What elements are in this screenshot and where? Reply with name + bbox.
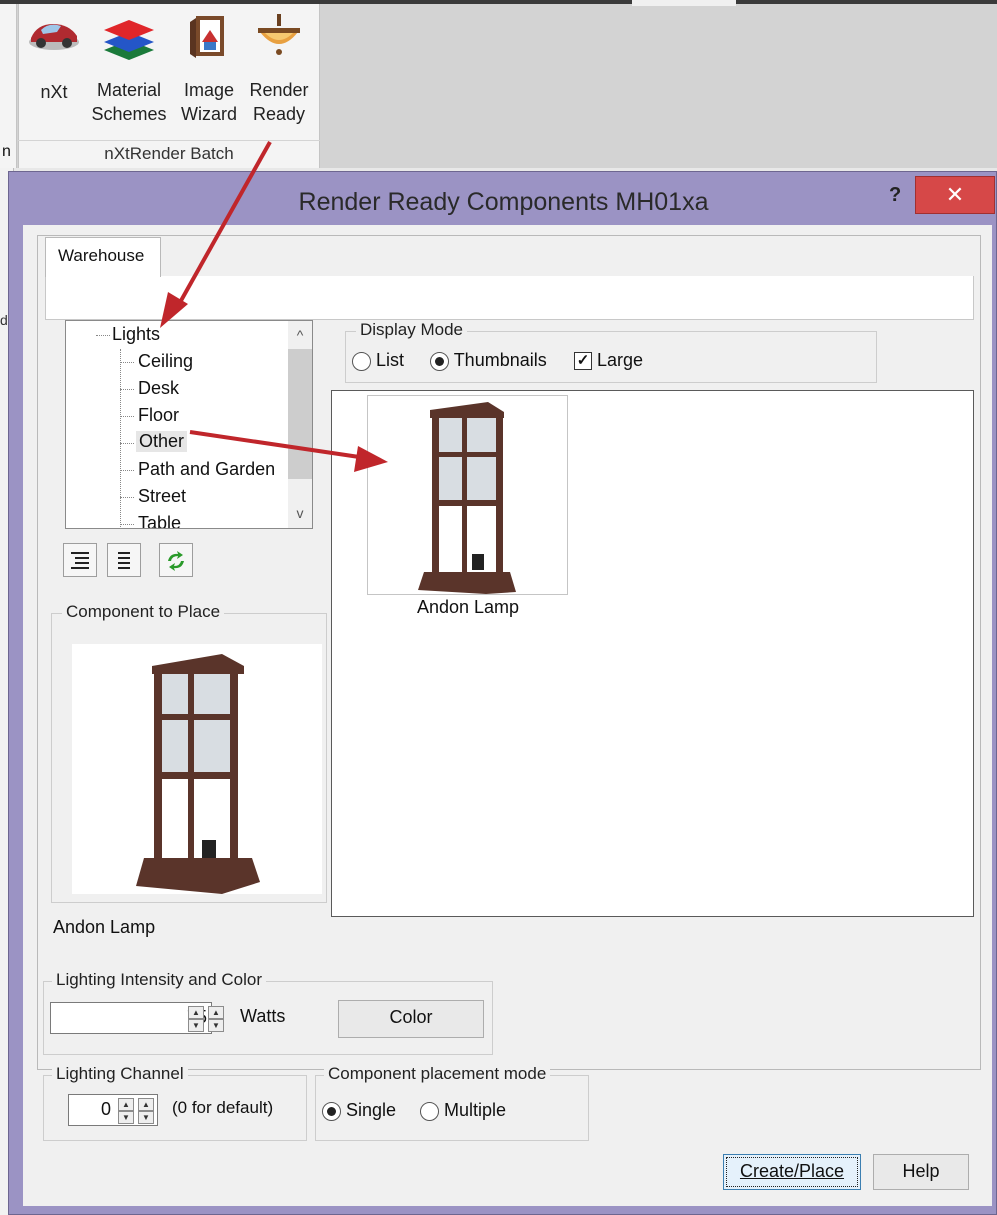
channel-down-icon-2[interactable]: ▼ <box>138 1111 154 1124</box>
watts-up-icon[interactable]: ▲ <box>188 1006 204 1019</box>
list-lines-icon <box>118 552 130 569</box>
image-wizard-button[interactable]: Image Wizard <box>176 12 242 132</box>
list-radio[interactable] <box>352 351 371 371</box>
thumbnail-caption: Andon Lamp <box>416 597 520 617</box>
scroll-down-icon[interactable]: v <box>288 505 312 521</box>
tree-item-other[interactable]: Other <box>136 431 188 452</box>
multiple-radio[interactable] <box>420 1101 439 1121</box>
create-place-label: Create/Place <box>739 1161 845 1181</box>
lighting-intensity-label: Lighting Intensity and Color <box>52 970 267 990</box>
channel-up-icon[interactable]: ▲ <box>118 1098 134 1111</box>
dialog-title: Render Ready Components MH01xa <box>298 188 709 216</box>
material-layers-icon <box>102 12 156 68</box>
tab-header-strip <box>45 276 974 320</box>
large-checkbox[interactable]: ✓ <box>574 352 592 371</box>
display-mode-list[interactable]: List <box>352 350 404 371</box>
tree-item-path-and-garden[interactable]: Path and Garden <box>138 459 275 480</box>
watts-down-icon-2[interactable]: ▼ <box>208 1019 224 1032</box>
material-schemes-label-1: Material <box>96 80 162 100</box>
thumbnail-tile[interactable] <box>367 395 568 595</box>
thumbnails-radio-label: Thumbnails <box>453 350 547 370</box>
watts-up-icon-2[interactable]: ▲ <box>208 1006 224 1019</box>
ribbon-tab-gap <box>632 0 736 6</box>
multiple-radio-label: Multiple <box>444 1100 507 1120</box>
component-preview <box>72 644 322 894</box>
material-schemes-button[interactable]: Material Schemes <box>88 12 170 132</box>
collapse-all-button[interactable] <box>107 543 141 577</box>
tree-item-floor[interactable]: Floor <box>138 405 179 426</box>
close-button[interactable]: ✕ <box>915 176 995 214</box>
tree-item-desk[interactable]: Desk <box>138 378 179 399</box>
placement-multiple[interactable]: Multiple <box>420 1100 506 1121</box>
material-schemes-label-2: Schemes <box>91 104 167 124</box>
andon-lamp-image <box>136 654 260 894</box>
channel-hint: (0 for default) <box>172 1098 274 1117</box>
placement-mode-label: Component placement mode <box>324 1064 551 1084</box>
close-icon: ✕ <box>945 182 965 207</box>
ribbon-previous-group-label: n <box>2 143 11 160</box>
tree-item-lights[interactable]: Lights <box>112 324 160 345</box>
watts-unit: Watts <box>240 1006 286 1026</box>
background-fragment-text: d <box>0 312 8 328</box>
help-icon[interactable]: ? <box>889 184 901 207</box>
placement-single[interactable]: Single <box>322 1100 396 1121</box>
display-mode-thumbnails[interactable]: Thumbnails <box>430 350 547 371</box>
refresh-button[interactable] <box>159 543 193 577</box>
ceiling-lamp-icon <box>254 12 304 68</box>
render-ready-button[interactable]: Render Ready <box>244 12 314 132</box>
ribbon-group-label: nXtRender Batch <box>18 140 320 166</box>
scroll-up-icon[interactable]: ^ <box>288 327 312 343</box>
render-ready-label-1: Render <box>249 80 309 100</box>
tree-item-table[interactable]: Table <box>138 513 181 528</box>
category-tree[interactable]: Lights Ceiling Desk Floor Other Path and… <box>65 320 313 529</box>
lighting-intensity-group: Lighting Intensity and Color 75 ▲ ▼ ▲ ▼ … <box>43 970 493 1055</box>
nxt-button-label: nXt <box>40 82 68 102</box>
thumbnails-radio[interactable] <box>430 351 449 371</box>
tree-item-ceiling[interactable]: Ceiling <box>138 351 193 372</box>
expand-all-button[interactable] <box>63 543 97 577</box>
thumbnail-view[interactable]: Andon Lamp <box>331 390 974 917</box>
watts-down-icon[interactable]: ▼ <box>188 1019 204 1032</box>
component-to-place-group: Component to Place <box>51 602 327 903</box>
andon-lamp-thumbnail-image <box>418 402 516 594</box>
help-button[interactable]: Help <box>873 1154 969 1190</box>
lighting-channel-group: Lighting Channel 0 ▲ ▼ ▲ ▼ (0 for defaul… <box>43 1064 307 1141</box>
channel-down-icon[interactable]: ▼ <box>118 1111 134 1124</box>
display-mode-large[interactable]: ✓ Large <box>574 350 643 371</box>
image-wizard-icon <box>186 12 232 68</box>
lighting-channel-label: Lighting Channel <box>52 1064 188 1084</box>
create-place-button[interactable]: Create/Place <box>723 1154 861 1190</box>
tree-scrollbar-thumb[interactable] <box>288 349 312 479</box>
tab-warehouse[interactable]: Warehouse <box>45 237 161 277</box>
render-ready-label-2: Ready <box>252 104 306 124</box>
image-wizard-label-2: Wizard <box>180 104 237 124</box>
color-button[interactable]: Color <box>338 1000 484 1038</box>
single-radio[interactable] <box>322 1101 341 1121</box>
display-mode-label: Display Mode <box>356 320 467 340</box>
component-to-place-label: Component to Place <box>62 602 225 622</box>
tree-item-street[interactable]: Street <box>138 486 186 507</box>
single-radio-label: Single <box>346 1100 397 1120</box>
display-mode-group: Display Mode List Thumbnails ✓ Large <box>345 320 877 383</box>
placement-mode-group: Component placement mode Single Multiple <box>315 1064 589 1141</box>
channel-up-icon-2[interactable]: ▲ <box>138 1098 154 1111</box>
large-checkbox-label: Large <box>597 350 644 370</box>
refresh-arrows-icon <box>168 551 184 571</box>
image-wizard-label-1: Image <box>183 80 235 100</box>
car-icon <box>27 12 81 62</box>
nxt-button[interactable]: nXt <box>26 12 82 132</box>
list-radio-label: List <box>376 350 405 370</box>
indent-lines-icon <box>71 552 89 569</box>
component-name: Andon Lamp <box>53 917 156 937</box>
